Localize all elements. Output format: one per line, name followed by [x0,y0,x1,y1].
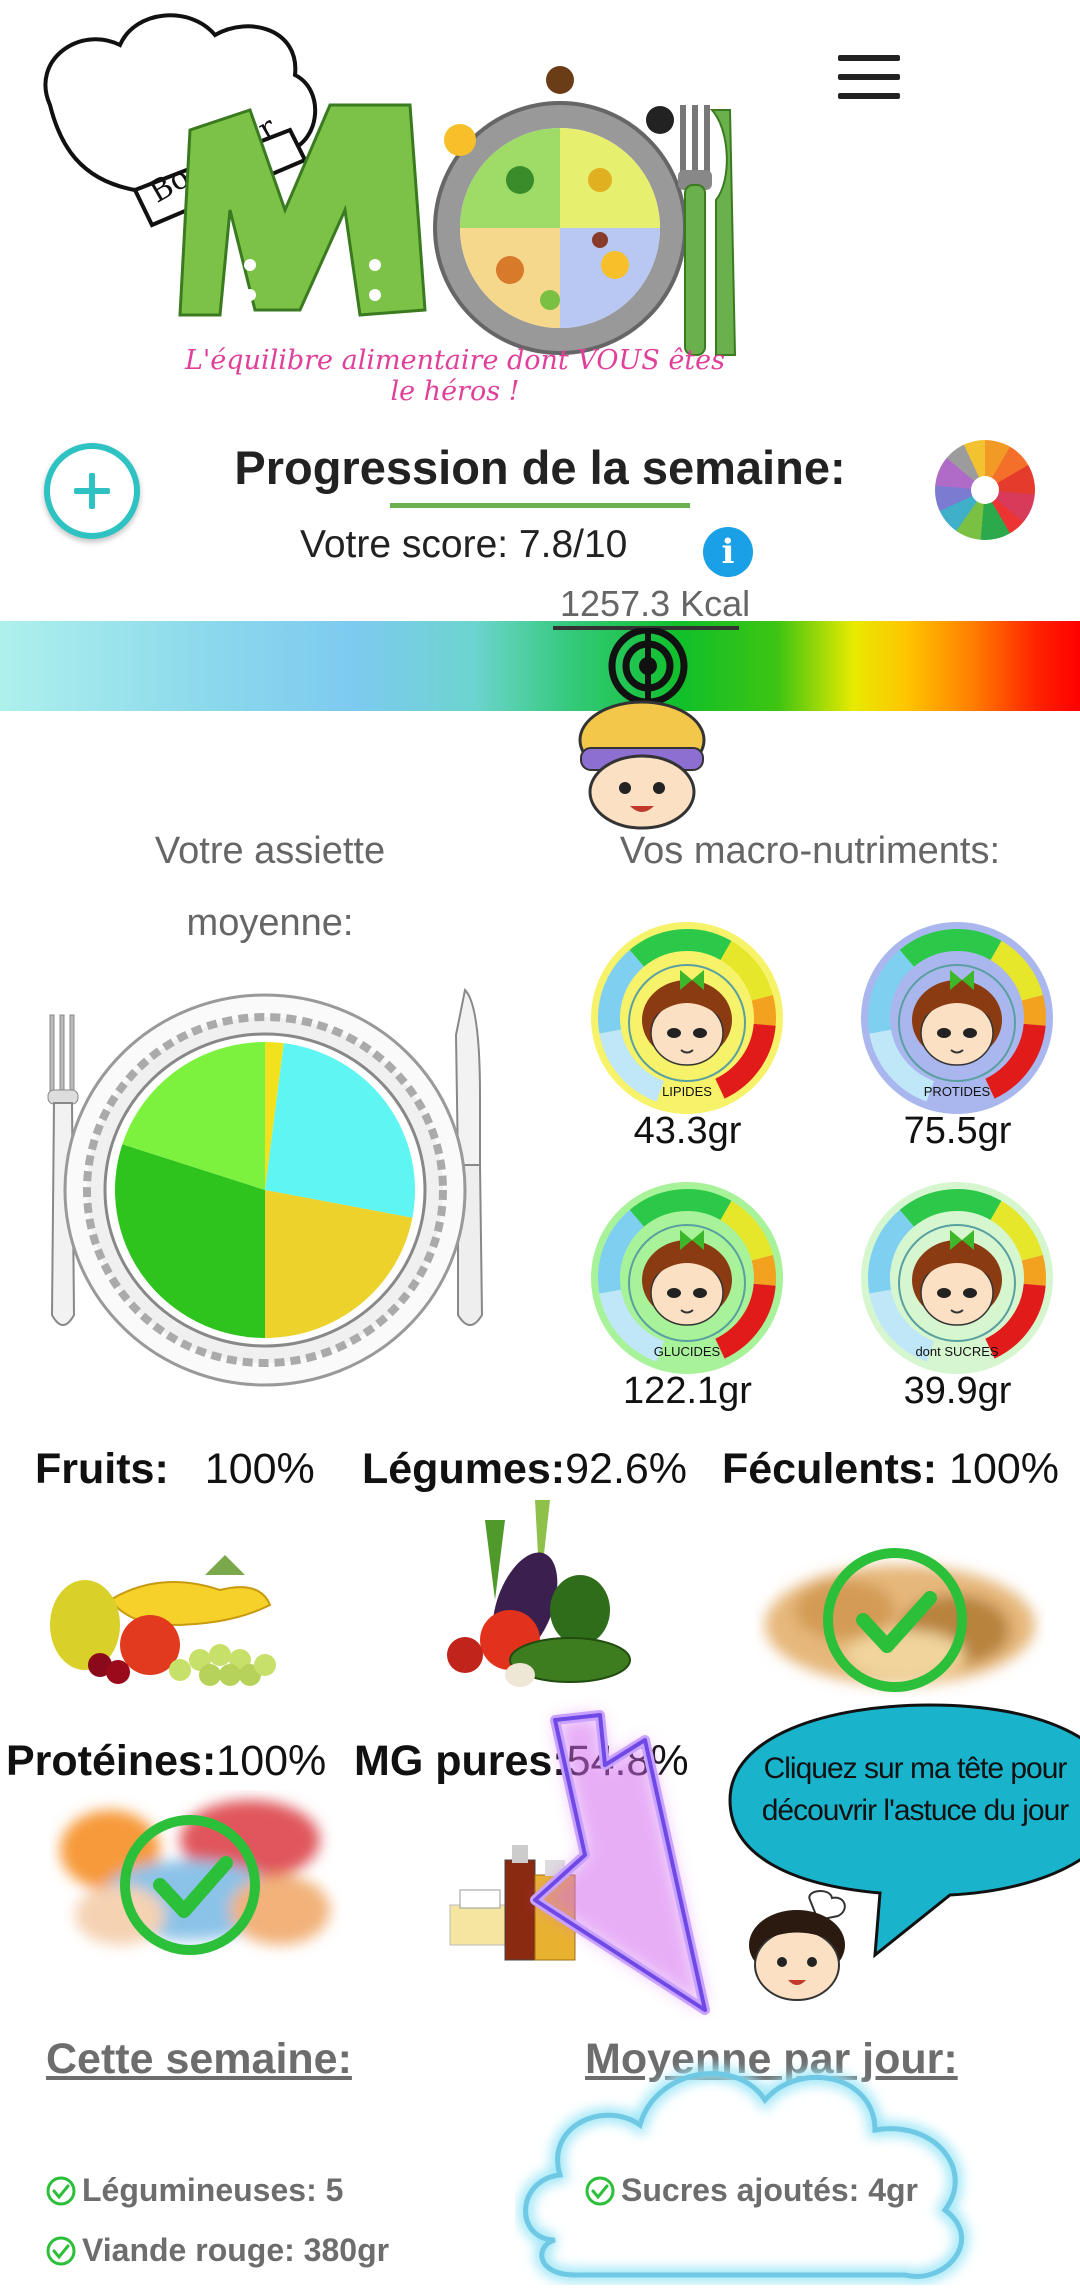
info-icon[interactable]: i [703,527,753,577]
gauge-segment [751,1254,776,1286]
check-circle-icon [46,2236,76,2265]
tip-arrow-icon [495,1690,735,2020]
kid-avatar-icon[interactable] [575,700,709,830]
gauge-segment [1021,994,1046,1026]
macro-sucres[interactable]: dont SUCRES 39.9gr [850,1178,1065,1413]
gauge-segment [1021,1254,1046,1286]
app-logo: Bon pour [40,10,740,400]
plate-title: Votre assiette moyenne: [154,830,386,944]
title-underline [390,503,690,508]
progress-title: Progression de la semaine: [234,441,846,494]
proteines-stat: Protéines:100% [6,1737,327,1785]
macro-label: PROTIDES [924,1084,991,1099]
macro-gauge-icon: LIPIDES [580,918,795,1118]
fork-icon [678,105,737,356]
starches-image[interactable] [755,1540,1045,1710]
macro-label: GLUCIDES [654,1344,721,1359]
macro-label: LIPIDES [662,1084,712,1099]
tagline: L'équilibre alimentaire dont VOUS êtes l… [184,345,726,407]
color-wheel-icon[interactable] [935,440,1035,540]
average-plate-chart [40,975,490,1405]
chef-avatar-icon[interactable] [740,1890,855,2010]
cloud-highlight-icon [515,2040,985,2285]
feculents-stat: Féculents: 100% [722,1445,1060,1493]
pie-chart [114,1042,415,1338]
macro-gauge-icon: PROTIDES [850,918,1065,1118]
proteins-image[interactable] [50,1790,340,1960]
list-item: Sucres ajoutés: 4gr [585,2172,918,2209]
macro-gauge-icon: dont SUCRES [850,1178,1065,1378]
vegetables-image[interactable] [425,1490,715,1700]
hamburger-menu-icon[interactable] [838,55,900,107]
macro-glucides[interactable]: GLUCIDES 122.1gr [580,1178,795,1413]
legumes-stat: Légumes:92.6% [362,1445,688,1493]
week-title: Cette semaine: [46,2035,352,2083]
check-circle-icon [46,2176,76,2205]
fruits-stat: Fruits: 100% [35,1445,315,1493]
score-label: Votre score: 7.8/10 [300,523,628,566]
check-circle-icon [585,2176,615,2205]
macro-label: dont SUCRES [915,1344,998,1359]
macro-gauge-icon: GLUCIDES [580,1178,795,1378]
list-item: Viande rouge: 380gr [46,2232,389,2269]
tip-text[interactable]: Cliquez sur ma tête pour découvrir l'ast… [750,1748,1080,1832]
add-meal-button[interactable] [44,443,140,539]
calorie-gauge-bar [0,621,1080,711]
macro-protides[interactable]: PROTIDES 75.5gr [850,918,1065,1153]
plate-logo-icon [433,66,687,355]
kcal-value: 1257.3 Kcal [560,583,751,624]
fruits-image[interactable] [30,1530,320,1700]
macro-title: Vos macro-nutriments: [619,830,1001,872]
macro-lipides[interactable]: LIPIDES 43.3gr [580,918,795,1153]
list-item: Légumineuses: 5 [46,2172,343,2209]
gauge-segment [751,994,776,1026]
